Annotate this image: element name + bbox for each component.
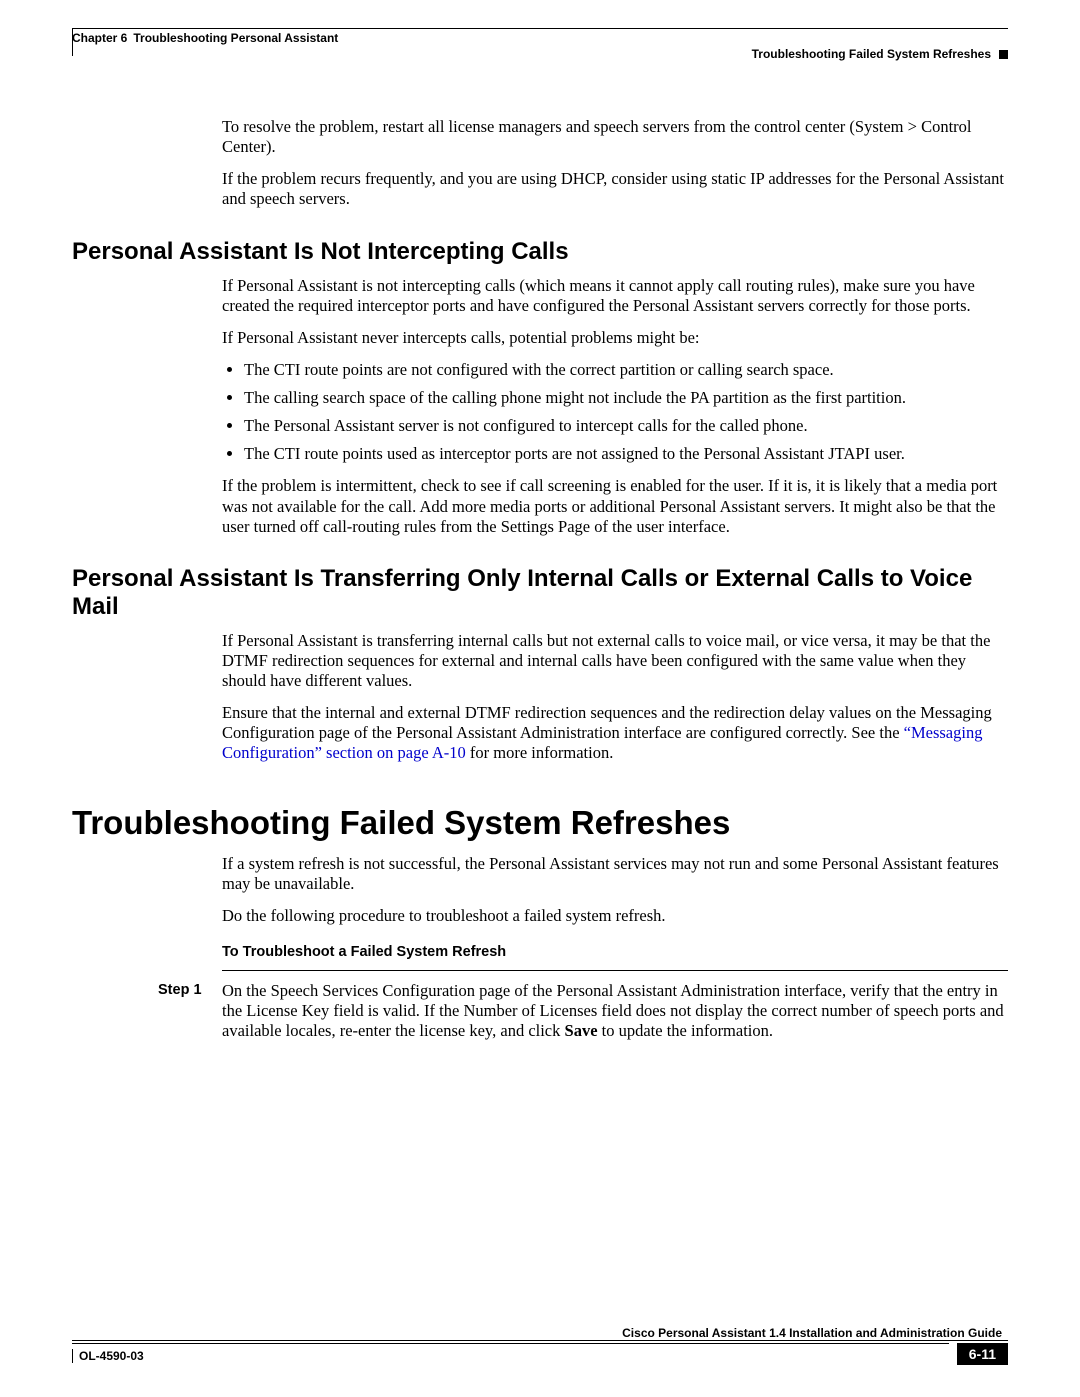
header-rule [72,28,1008,29]
section2-p1: If Personal Assistant is transferring in… [222,631,1008,691]
page-number: 6-11 [957,1343,1008,1365]
header-square-icon [999,50,1008,59]
footer-guide-title: Cisco Personal Assistant 1.4 Installatio… [72,1326,1008,1340]
section1-p1: If Personal Assistant is not interceptin… [222,276,1008,316]
chapter-number: Chapter 6 [72,31,127,45]
section3-title: Troubleshooting Failed System Refreshes [72,804,1008,842]
intro-p1: To resolve the problem, restart all lice… [222,117,1008,157]
header-left-rule [72,28,73,56]
intro-p2: If the problem recurs frequently, and yo… [222,169,1008,209]
running-head-text: Troubleshooting Failed System Refreshes [752,47,991,61]
intro-block: To resolve the problem, restart all lice… [222,117,1008,210]
section3-p2: Do the following procedure to troublesho… [222,906,1008,926]
section2-body: If Personal Assistant is transferring in… [222,631,1008,764]
footer: Cisco Personal Assistant 1.4 Installatio… [72,1326,1008,1365]
footer-left: OL-4590-03 [72,1343,949,1365]
step-body: On the Speech Services Configuration pag… [222,981,1008,1041]
section3-p1: If a system refresh is not successful, t… [222,854,1008,894]
section3-subhead: To Troubleshoot a Failed System Refresh [222,944,1008,960]
chapter-header: Chapter 6 Troubleshooting Personal Assis… [72,31,1008,45]
section2-p2a: Ensure that the internal and external DT… [222,703,992,742]
footer-left-rule [72,1349,73,1363]
section2-p2: Ensure that the internal and external DT… [222,703,1008,763]
step-label: Step 1 [158,981,222,1041]
footer-rule-top [72,1340,1008,1341]
section1-p2: If Personal Assistant never intercepts c… [222,328,1008,348]
section2-p2b: for more information. [466,743,614,762]
section1-body: If Personal Assistant is not interceptin… [222,276,1008,537]
procedure-rule [222,970,1008,971]
bullet-item: The CTI route points are not configured … [244,360,1008,380]
footer-row: OL-4590-03 6-11 [72,1343,1008,1365]
bullet-item: The CTI route points used as interceptor… [244,444,1008,464]
page: Chapter 6 Troubleshooting Personal Assis… [0,0,1080,1397]
footer-doc-id: OL-4590-03 [79,1349,144,1363]
save-bold: Save [565,1021,598,1040]
step-text-b: to update the information. [598,1021,774,1040]
section1-p3: If the problem is intermittent, check to… [222,476,1008,536]
section2-title: Personal Assistant Is Transferring Only … [72,565,1008,621]
running-head: Troubleshooting Failed System Refreshes [72,47,1008,61]
chapter-title: Troubleshooting Personal Assistant [133,31,338,45]
section3-body: If a system refresh is not successful, t… [222,854,1008,926]
bullet-item: The calling search space of the calling … [244,388,1008,408]
section1-bullets: The CTI route points are not configured … [222,360,1008,465]
bullet-item: The Personal Assistant server is not con… [244,416,1008,436]
section1-title: Personal Assistant Is Not Intercepting C… [72,238,1008,266]
step-row: Step 1 On the Speech Services Configurat… [158,981,1008,1041]
